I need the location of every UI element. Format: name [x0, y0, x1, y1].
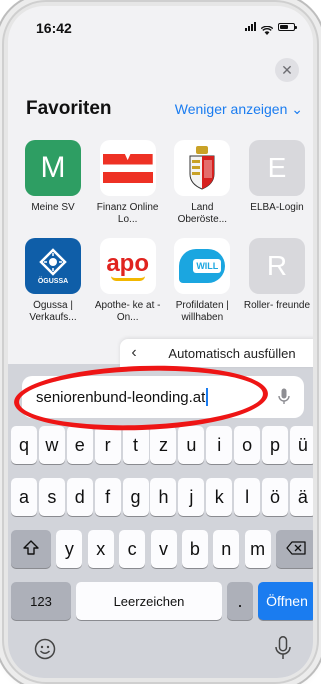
keyboard-bottom-bar [8, 634, 313, 674]
coat-of-arms-icon [174, 140, 231, 196]
key-m[interactable]: m [244, 530, 271, 568]
key-a[interactable]: a [11, 478, 37, 516]
keyboard-row-2: a s d f g h j k l ö ä [11, 478, 313, 516]
key-l[interactable]: l [234, 478, 261, 516]
ogussa-icon: ÖGUSSA [25, 238, 81, 294]
autofill-bar[interactable]: ‹ Automatisch ausfüllen [120, 339, 313, 367]
backspace-icon [286, 539, 306, 560]
key-t[interactable]: t [122, 426, 149, 464]
favorite-finanz-online[interactable]: Finanz Online Lo... [95, 140, 161, 226]
key-ae[interactable]: ä [289, 478, 313, 516]
favorite-meine-sv[interactable]: M Meine SV [20, 140, 86, 226]
key-u[interactable]: u [178, 426, 205, 464]
autofill-label: Automatisch ausfüllen [168, 345, 296, 361]
favorites-row: M Meine SV Finanz Online Lo... Land Ober… [20, 140, 310, 226]
favorite-label: Apothe- ke at - On... [94, 300, 161, 323]
favorite-apotheke[interactable]: apo Apothe- ke at - On... [95, 238, 161, 324]
key-n[interactable]: n [213, 530, 240, 568]
key-f[interactable]: f [94, 478, 121, 516]
open-button[interactable]: Öffnen [258, 582, 313, 620]
keyboard-row-1: q w e r t z u i o p ü [11, 426, 313, 464]
apo-icon: apo [99, 238, 156, 294]
key-h[interactable]: h [150, 478, 177, 516]
favorite-label: Meine SV [31, 202, 75, 213]
favorite-land-ooe[interactable]: Land Oberöste... [169, 140, 235, 226]
favorite-elba-login[interactable]: E ELBA-Login [244, 140, 310, 226]
shift-icon [23, 539, 39, 560]
key-c[interactable]: c [119, 530, 146, 568]
favorite-rollerfreunde[interactable]: R Roller- freunde [244, 238, 310, 324]
key-z[interactable]: z [150, 426, 177, 464]
favorite-willhaben[interactable]: WILL Profildaten | willhaben [169, 238, 235, 324]
key-e[interactable]: e [66, 426, 93, 464]
show-less-label: Weniger anzeigen [174, 101, 288, 117]
emoji-icon[interactable] [34, 638, 56, 665]
key-v[interactable]: v [150, 530, 177, 568]
key-w[interactable]: w [38, 426, 65, 464]
favorite-label: Roller- freunde [243, 300, 311, 311]
key-q[interactable]: q [11, 426, 37, 464]
favorites-row: ÖGUSSA Ögussa | Verkaufs... apo Apothe- … [20, 238, 310, 324]
close-icon: ✕ [281, 62, 293, 78]
letter-r-icon: R [248, 238, 305, 294]
dictation-mic-icon[interactable] [275, 636, 291, 665]
show-less-link[interactable]: Weniger anzeigen ⌄ [175, 101, 303, 118]
willhaben-icon: WILL [174, 238, 231, 294]
key-ue[interactable]: ü [289, 426, 313, 464]
key-j[interactable]: j [178, 478, 205, 516]
favorites-title: Favoriten [26, 98, 112, 119]
favorite-label: Land Oberöste... [177, 202, 228, 225]
key-o[interactable]: o [234, 426, 261, 464]
status-icons [245, 22, 297, 35]
close-button[interactable]: ✕ [275, 58, 299, 82]
numbers-key[interactable]: 123 [11, 582, 71, 620]
keyboard-row-4: 123 Leerzeichen . Öffnen [11, 582, 313, 620]
letter-e-icon: E [248, 140, 305, 196]
period-key[interactable]: . [227, 582, 253, 620]
key-r[interactable]: r [94, 426, 121, 464]
favorite-ogussa[interactable]: ÖGUSSA Ögussa | Verkaufs... [20, 238, 86, 324]
phone-frame: 16:42 ✕ Favoriten Weniger anzeigen ⌄ M M… [4, 2, 317, 682]
key-s[interactable]: s [38, 478, 65, 516]
space-key[interactable]: Leerzeichen [76, 582, 222, 620]
favorite-label: ELBA-Login [250, 202, 304, 213]
key-k[interactable]: k [206, 478, 233, 516]
favorite-label: Ögussa | Verkaufs... [29, 300, 77, 323]
microphone-icon[interactable] [278, 388, 290, 409]
favorites-grid: M Meine SV Finanz Online Lo... Land Ober… [20, 140, 310, 336]
key-d[interactable]: d [66, 478, 93, 516]
favorite-label: Finanz Online Lo... [96, 202, 159, 225]
key-b[interactable]: b [181, 530, 208, 568]
finanz-online-icon [99, 140, 156, 196]
key-y[interactable]: y [56, 530, 83, 568]
signal-icon [245, 22, 256, 31]
status-bar: 16:42 [8, 6, 313, 46]
screen: 16:42 ✕ Favoriten Weniger anzeigen ⌄ M M… [8, 6, 313, 678]
key-i[interactable]: i [206, 426, 233, 464]
letter-m-icon: M [25, 140, 81, 196]
chevron-down-icon: ⌄ [291, 101, 303, 117]
key-x[interactable]: x [87, 530, 114, 568]
wifi-icon [260, 22, 274, 35]
key-p[interactable]: p [262, 426, 289, 464]
keyboard-row-3: y x c v b n m [11, 530, 313, 568]
backspace-key[interactable] [276, 530, 313, 568]
battery-icon [278, 22, 297, 31]
chevron-left-icon[interactable]: ‹ [120, 344, 148, 362]
key-oe[interactable]: ö [262, 478, 289, 516]
shift-key[interactable] [11, 530, 51, 568]
status-time: 16:42 [36, 20, 72, 36]
key-g[interactable]: g [122, 478, 149, 516]
favorite-label: Profildaten | willhaben [175, 300, 229, 323]
